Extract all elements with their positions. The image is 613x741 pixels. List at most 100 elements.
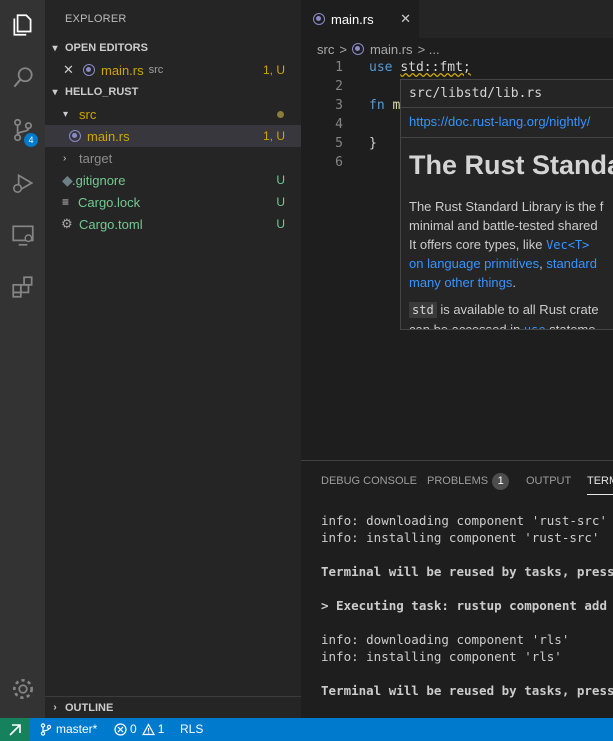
chevron-right-icon: ›: [53, 702, 57, 713]
hover-text: .: [512, 275, 516, 290]
breadcrumb: src > main.rs > ...: [301, 38, 613, 60]
tab-problems[interactable]: PROBLEMS 1: [427, 473, 510, 490]
git-branch[interactable]: master*: [40, 722, 97, 736]
hover-text: can be accessed in: [409, 322, 521, 330]
breadcrumb-file[interactable]: main.rs: [370, 42, 413, 57]
search-icon[interactable]: [0, 55, 45, 100]
debug-icon[interactable]: [0, 160, 45, 205]
breadcrumb-more[interactable]: > ...: [418, 42, 440, 57]
problems-count-badge: 1: [492, 473, 510, 490]
tree-item-gitignore[interactable]: ◆ .gitignore U: [45, 169, 301, 191]
hover-text: stateme: [549, 322, 596, 330]
source-control-icon[interactable]: 4: [0, 107, 45, 152]
remote-icon: [9, 723, 21, 736]
outline-header[interactable]: › OUTLINE: [45, 696, 301, 718]
status-bar: master* 0 1 RLS: [0, 718, 613, 741]
hover-doc-link[interactable]: https://doc.rust-lang.org/nightly/: [409, 114, 590, 129]
scm-badge: 4: [24, 133, 38, 147]
line-number: 3: [335, 98, 343, 113]
hover-text-line: can be accessed in use stateme: [409, 320, 596, 330]
problems-indicator[interactable]: 0 1: [114, 722, 164, 736]
chevron-down-icon: ▾: [52, 42, 58, 54]
explorer-sidebar: EXPLORER ▾ OPEN EDITORS ✕ main.rs src 1,…: [45, 0, 301, 718]
chevron-right-icon: ›: [63, 152, 67, 164]
line-number: 1: [335, 60, 343, 75]
code-line-5: }: [369, 136, 377, 151]
outline-label: OUTLINE: [65, 701, 114, 714]
tab-debug-console[interactable]: DEBUG CONSOLE: [321, 475, 417, 487]
open-editor-status: 1, U: [262, 63, 285, 77]
open-editors-header[interactable]: ▾ OPEN EDITORS: [45, 37, 301, 59]
terminal-line: info: installing component 'rls': [321, 649, 562, 664]
tree-item-label: target: [79, 150, 113, 166]
tree-item-label: main.rs: [87, 128, 130, 144]
tab-label: main.rs: [331, 11, 374, 27]
hover-widget: src/libstd/lib.rs https://doc.rust-lang.…: [400, 79, 613, 330]
settings-gear-icon[interactable]: [0, 666, 45, 711]
tab-main-rs[interactable]: main.rs ✕: [301, 0, 419, 38]
hover-text: ,: [539, 256, 543, 271]
open-editor-item[interactable]: ✕ main.rs src 1, U: [45, 59, 301, 81]
remote-indicator[interactable]: [0, 718, 30, 741]
branch-icon: [40, 722, 52, 736]
tab-terminal[interactable]: TERMINAL: [587, 475, 613, 487]
tab-problems-label: PROBLEMS: [427, 475, 489, 487]
rust-file-icon: [313, 13, 325, 25]
active-tab-indicator: [587, 494, 613, 495]
tree-item-target[interactable]: › target: [45, 147, 301, 169]
code-line-3: fn m: [369, 98, 400, 113]
hover-text-line: many other things.: [409, 273, 516, 292]
error-icon: [114, 722, 127, 736]
tree-item-status: U: [276, 217, 285, 231]
line-number: 4: [335, 117, 343, 132]
rust-file-icon: [83, 64, 95, 76]
terminal-line: info: downloading component 'rls': [321, 632, 570, 647]
tree-item-cargo-toml[interactable]: ⚙ Cargo.toml U: [45, 213, 301, 235]
open-editors-label: OPEN EDITORS: [65, 42, 148, 54]
explorer-icon[interactable]: [0, 2, 45, 47]
settings-file-icon: ⚙: [61, 216, 73, 231]
hover-code-link[interactable]: use: [524, 323, 546, 329]
project-header[interactable]: ▾ HELLO_RUST: [45, 81, 301, 103]
breadcrumb-folder[interactable]: src: [317, 42, 334, 57]
remote-explorer-icon[interactable]: [0, 212, 45, 257]
terminal-line: Terminal will be reused by tasks, press …: [321, 564, 613, 579]
hover-code-link[interactable]: Vec<T>: [546, 238, 589, 252]
hover-text: The Rust Standard Library is the f: [409, 199, 604, 214]
hover-signature: src/libstd/lib.rs: [409, 86, 543, 101]
tree-item-label: .gitignore: [72, 172, 126, 188]
tree-item-src[interactable]: ▾ src: [45, 103, 301, 125]
rust-file-icon: [351, 43, 364, 55]
tree-item-status: 1, U: [262, 129, 285, 143]
hover-link[interactable]: many other things: [409, 275, 512, 290]
hover-text-line: It offers core types, like Vec<T>: [409, 235, 589, 255]
code-path: std::fmt;: [400, 60, 471, 75]
git-file-icon: ◆: [62, 171, 73, 188]
lines-file-icon: ≡: [62, 195, 70, 209]
branch-name: master*: [56, 722, 98, 736]
line-number: 5: [335, 136, 343, 151]
tree-item-status: U: [276, 173, 285, 187]
tree-item-cargo-lock[interactable]: ≡ Cargo.lock U: [45, 191, 301, 213]
tree-item-label: Cargo.toml: [79, 216, 143, 232]
breadcrumb-separator: >: [339, 41, 347, 57]
tree-item-status: U: [276, 195, 285, 209]
hover-link[interactable]: on language primitives: [409, 256, 539, 271]
error-count: 0: [130, 722, 137, 736]
hover-text: It offers core types, like: [409, 237, 543, 252]
terminal-line: info: downloading component 'rust-src': [321, 513, 607, 528]
warning-count: 1: [157, 722, 165, 736]
sidebar-title: EXPLORER: [65, 13, 127, 25]
rls-status[interactable]: RLS: [180, 722, 203, 736]
open-editor-folder: src: [148, 64, 164, 76]
tree-item-main-rs[interactable]: main.rs 1, U: [45, 125, 301, 147]
close-icon[interactable]: ✕: [400, 11, 411, 27]
hover-divider: [401, 107, 613, 108]
close-icon[interactable]: ✕: [63, 62, 83, 78]
tab-output[interactable]: OUTPUT: [526, 475, 571, 487]
hover-link[interactable]: standard: [546, 256, 597, 271]
terminal-line: > Executing task: rustup component add r…: [321, 598, 613, 613]
extensions-icon[interactable]: [0, 264, 45, 309]
project-label: HELLO_RUST: [65, 86, 139, 98]
tree-item-label: Cargo.lock: [78, 194, 141, 210]
